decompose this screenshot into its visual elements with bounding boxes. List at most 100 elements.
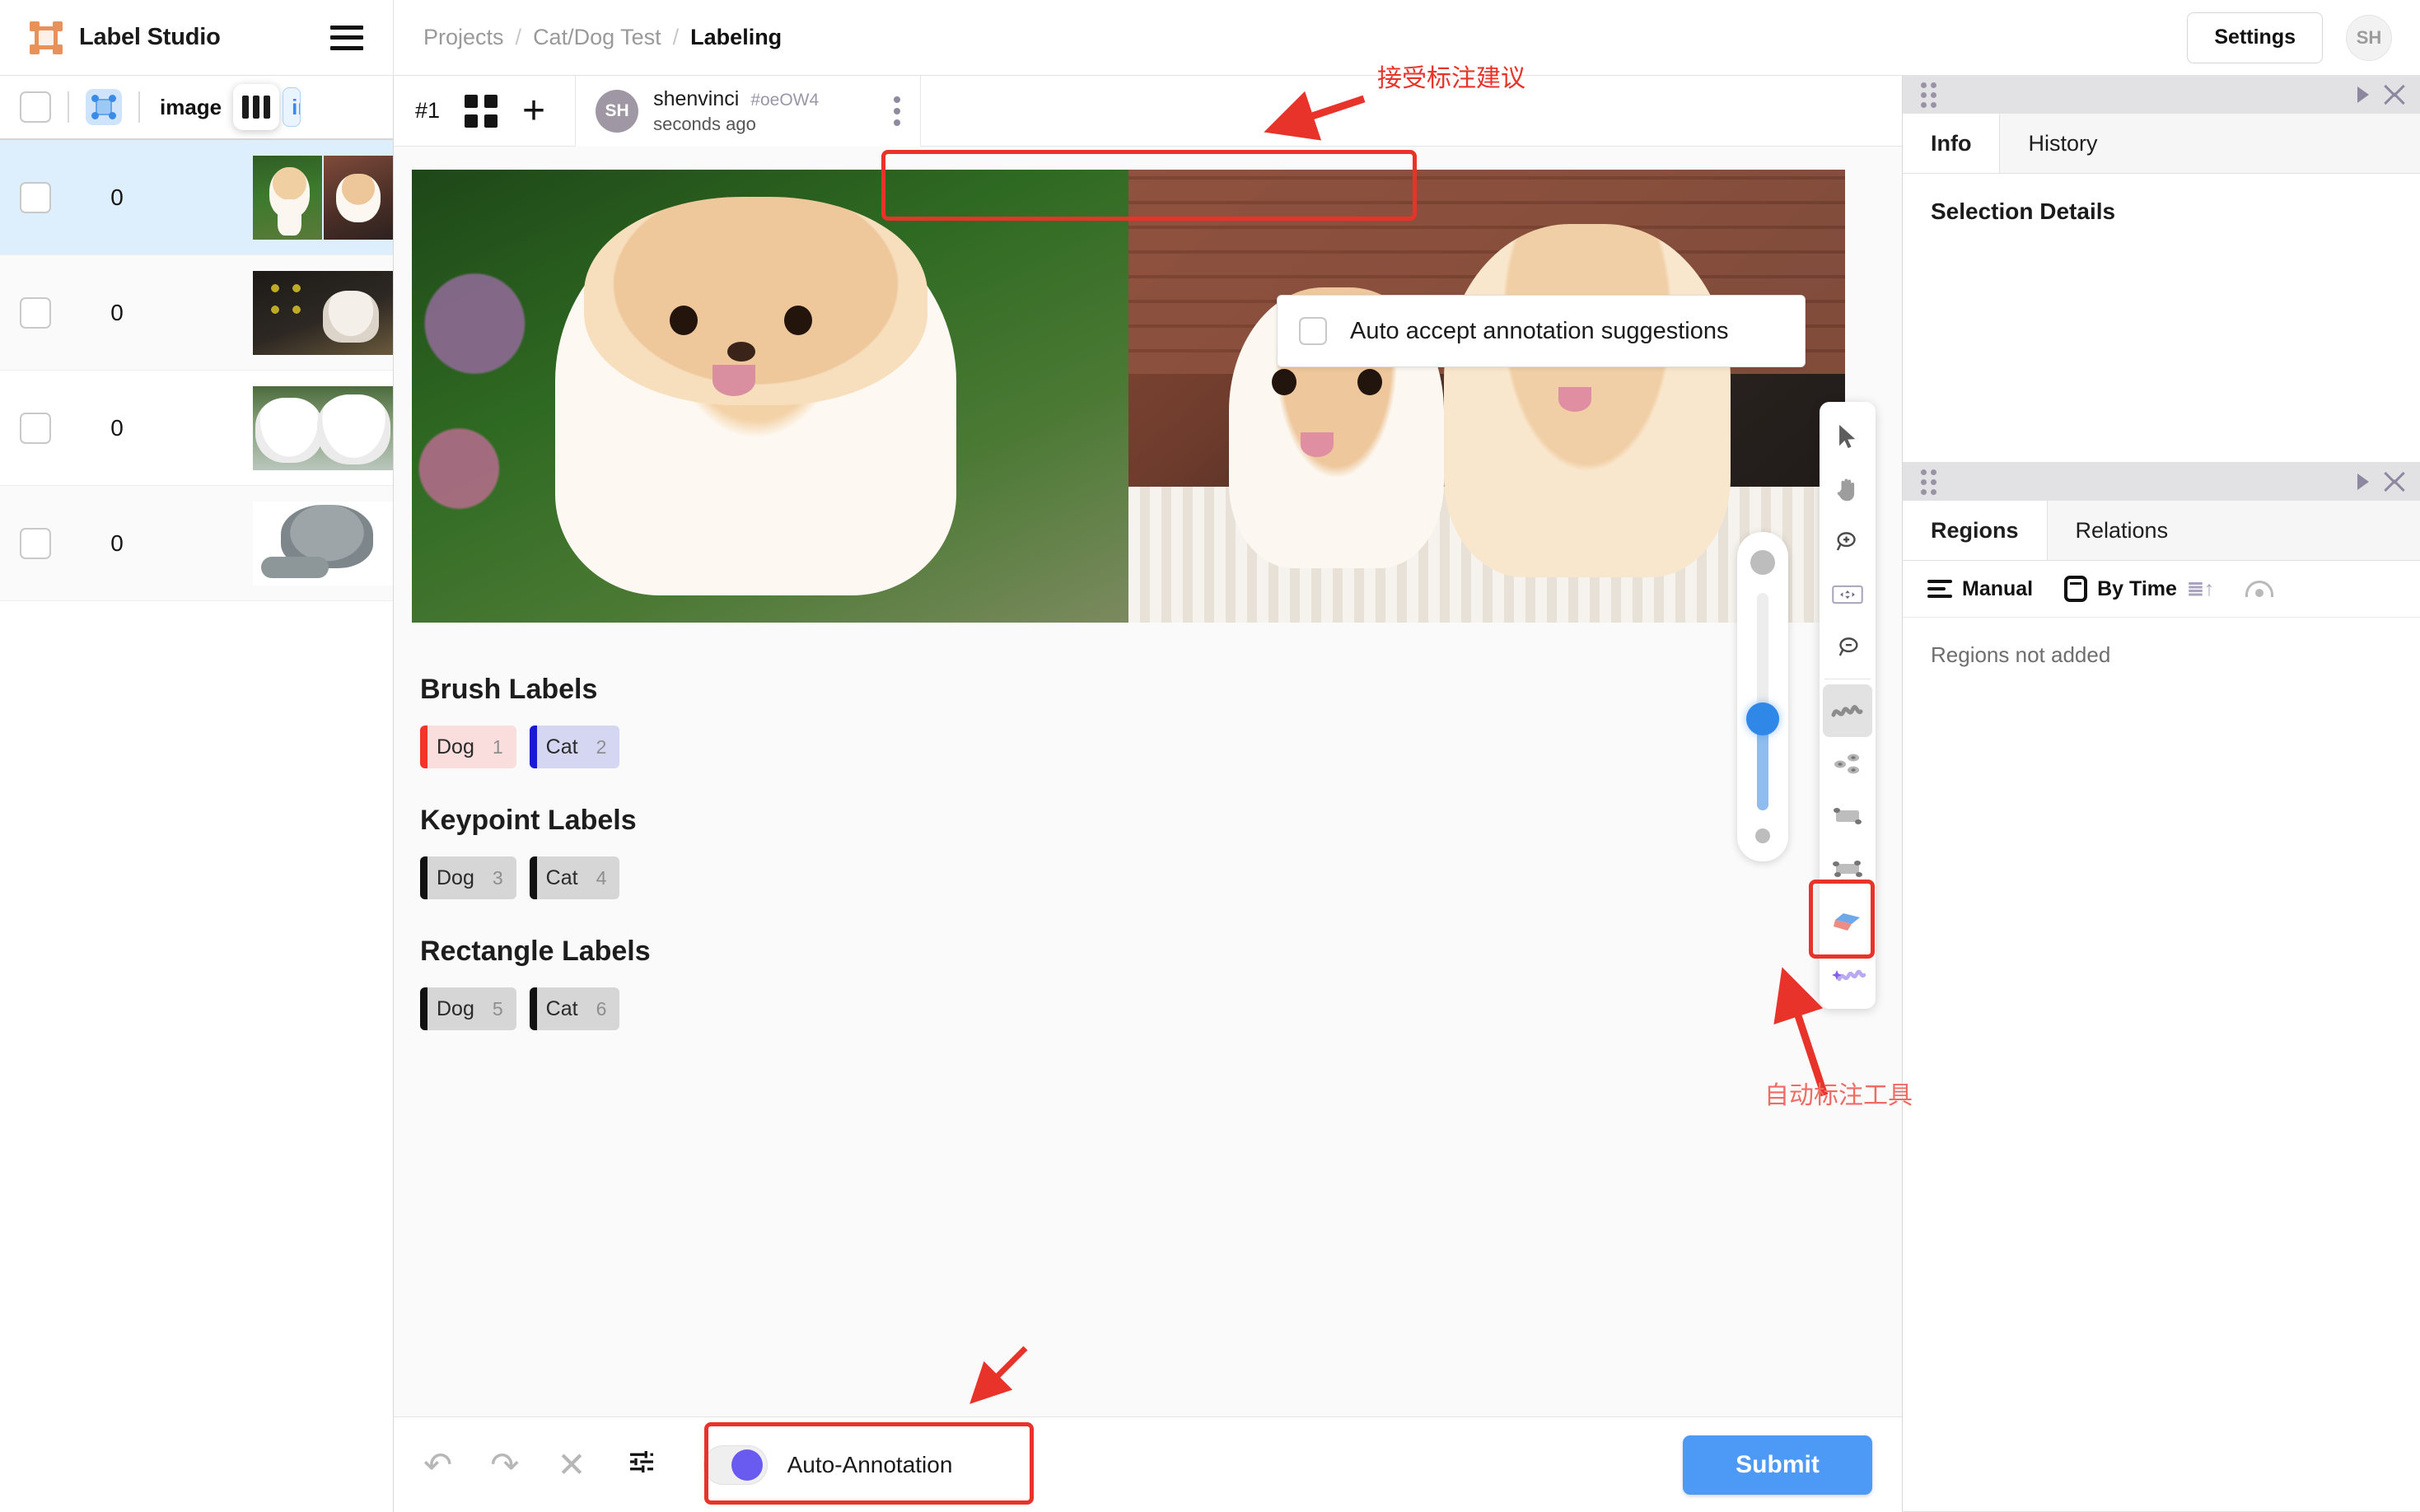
label-chip-row: Dog 5 Cat 6 <box>420 987 1820 1030</box>
avatar[interactable]: SH <box>2346 15 2392 61</box>
select-all-checkbox[interactable] <box>20 91 51 123</box>
add-annotation-icon[interactable]: + <box>522 97 545 125</box>
table-row[interactable]: 0 <box>0 371 393 486</box>
hamburger-menu-icon[interactable] <box>330 26 363 50</box>
row-annotation-count: 0 <box>51 530 183 557</box>
zoom-slider-thumb[interactable] <box>1746 702 1779 735</box>
callout-accept-suggestions: 接受标注建议 <box>1377 58 1525 94</box>
label-chip-rectangle-dog[interactable]: Dog 5 <box>420 987 516 1030</box>
row-checkbox[interactable] <box>20 528 51 559</box>
annotation-timestamp: seconds ago <box>653 114 819 135</box>
more-options-icon[interactable] <box>894 96 900 126</box>
panel-expand-icon[interactable] <box>2357 86 2369 103</box>
row-checkbox[interactable] <box>20 297 51 329</box>
clipped-column-chip[interactable]: in <box>283 87 301 127</box>
checkbox-unchecked-icon[interactable] <box>1299 317 1327 345</box>
column-header-image: image <box>160 95 222 120</box>
columns-toggle-icon[interactable] <box>233 84 279 130</box>
auto-accept-suggestions-label: Auto accept annotation suggestions <box>1350 318 1729 345</box>
polygon-tool[interactable] <box>1823 842 1872 895</box>
image-canvas-area[interactable]: Auto accept annotation suggestions <box>394 147 1902 1416</box>
settings-sliders-icon[interactable] <box>624 1444 659 1485</box>
data-panel-header: image in <box>0 76 393 140</box>
chip-accent <box>530 726 537 768</box>
auto-annotation-label: Auto-Annotation <box>787 1452 953 1478</box>
regions-panel-block: Regions Relations Manual By Time ≣↑ <box>1903 463 2420 1512</box>
row-checkbox[interactable] <box>20 413 51 444</box>
task-image-left <box>412 170 1128 623</box>
zoom-in-tool[interactable] <box>1823 516 1872 568</box>
label-chip-keypoint-dog[interactable]: Dog 3 <box>420 856 516 899</box>
chip-accent <box>530 856 537 899</box>
chip-hotkey: 2 <box>596 736 607 758</box>
panel-expand-icon[interactable] <box>2357 474 2369 490</box>
data-panel: image in 0 0 <box>0 76 394 1512</box>
info-panel-block: Info History Selection Details <box>1903 76 2420 463</box>
zoom-decrease-dot-icon[interactable] <box>1755 828 1770 843</box>
reset-close-icon[interactable]: ✕ <box>557 1448 586 1482</box>
breadcrumb-item-projects[interactable]: Projects <box>423 25 504 50</box>
chip-label: Dog <box>437 866 474 890</box>
auto-annotation-toggle-group[interactable]: Auto-Annotation <box>703 1445 953 1485</box>
regions-grouping-manual[interactable]: Manual <box>1927 577 2033 601</box>
info-panel-tabs: Info History <box>1903 114 2420 174</box>
zoom-increase-dot-icon[interactable] <box>1750 550 1775 575</box>
sort-ascending-icon: ≣↑ <box>2187 576 2214 601</box>
panel-collapse-icon[interactable] <box>2387 79 2402 110</box>
panel-collapse-icon[interactable] <box>2387 466 2402 497</box>
label-chip-rectangle-cat[interactable]: Cat 6 <box>530 987 620 1030</box>
label-chip-keypoint-cat[interactable]: Cat 4 <box>530 856 620 899</box>
label-chip-brush-dog[interactable]: Dog 1 <box>420 726 516 768</box>
chip-hotkey: 5 <box>493 998 503 1020</box>
task-image[interactable] <box>412 170 1845 623</box>
eye-visibility-icon[interactable] <box>2245 581 2273 597</box>
pan-tool[interactable] <box>1823 463 1872 516</box>
breadcrumb: Projects / Cat/Dog Test / Labeling <box>394 25 782 50</box>
annotation-user-card[interactable]: SH shenvinci #oeOW4 seconds ago <box>575 76 921 147</box>
label-chip-brush-cat[interactable]: Cat 2 <box>530 726 620 768</box>
keypoint-tool[interactable] <box>1823 737 1872 790</box>
tab-relations[interactable]: Relations <box>2048 501 2197 560</box>
regions-filters: Manual By Time ≣↑ <box>1903 561 2420 618</box>
regions-panel-tabs: Regions Relations <box>1903 501 2420 561</box>
row-thumbnail <box>253 386 393 470</box>
breadcrumb-item-project[interactable]: Cat/Dog Test <box>533 25 661 50</box>
submit-button[interactable]: Submit <box>1683 1435 1872 1495</box>
auto-annotation-toggle[interactable] <box>703 1445 768 1485</box>
row-checkbox[interactable] <box>20 182 51 213</box>
settings-button[interactable]: Settings <box>2187 12 2323 63</box>
brush-tool[interactable] <box>1823 684 1872 737</box>
zoom-slider[interactable] <box>1737 532 1788 861</box>
fit-to-screen-tool[interactable] <box>1823 568 1872 621</box>
region-selection-icon[interactable] <box>86 89 122 125</box>
labeling-center: #1 + SH shenvinci #oeOW4 seconds ago <box>394 76 1903 1512</box>
panel-grip-icon[interactable] <box>1903 463 2420 501</box>
undo-icon[interactable]: ↶ <box>423 1448 452 1482</box>
tab-history[interactable]: History <box>2000 114 2125 173</box>
ordering-lines-icon <box>1927 580 1952 598</box>
table-row[interactable]: 0 <box>0 140 393 255</box>
action-bar: ↶ ↷ ✕ Auto-Annotation Submit <box>394 1416 1902 1512</box>
regions-sort-by-time[interactable]: By Time ≣↑ <box>2064 576 2214 602</box>
cursor-tool[interactable] <box>1823 410 1872 463</box>
rectangle-tool[interactable] <box>1823 790 1872 842</box>
zoom-out-tool[interactable] <box>1823 621 1872 674</box>
tools-rail <box>1820 402 1876 1009</box>
zoom-slider-track[interactable] <box>1757 593 1768 810</box>
panel-grip-icon[interactable] <box>1903 76 2420 114</box>
row-annotation-count: 0 <box>51 415 183 441</box>
chip-accent <box>420 987 427 1030</box>
table-row[interactable]: 0 <box>0 255 393 371</box>
selection-details-title: Selection Details <box>1931 198 2392 225</box>
breadcrumb-separator: / <box>516 25 522 50</box>
annotator-name: shenvinci <box>653 87 739 111</box>
card-view-icon <box>2064 576 2087 602</box>
auto-accept-suggestions-popover[interactable]: Auto accept annotation suggestions <box>1277 295 1806 367</box>
grid-view-icon[interactable] <box>465 95 498 128</box>
redo-icon[interactable]: ↷ <box>490 1448 519 1482</box>
tab-regions[interactable]: Regions <box>1903 501 2048 560</box>
tab-info[interactable]: Info <box>1903 114 2000 173</box>
table-row[interactable]: 0 <box>0 486 393 601</box>
eraser-tool[interactable] <box>1823 895 1872 948</box>
magic-wand-tool[interactable] <box>1823 948 1872 1001</box>
